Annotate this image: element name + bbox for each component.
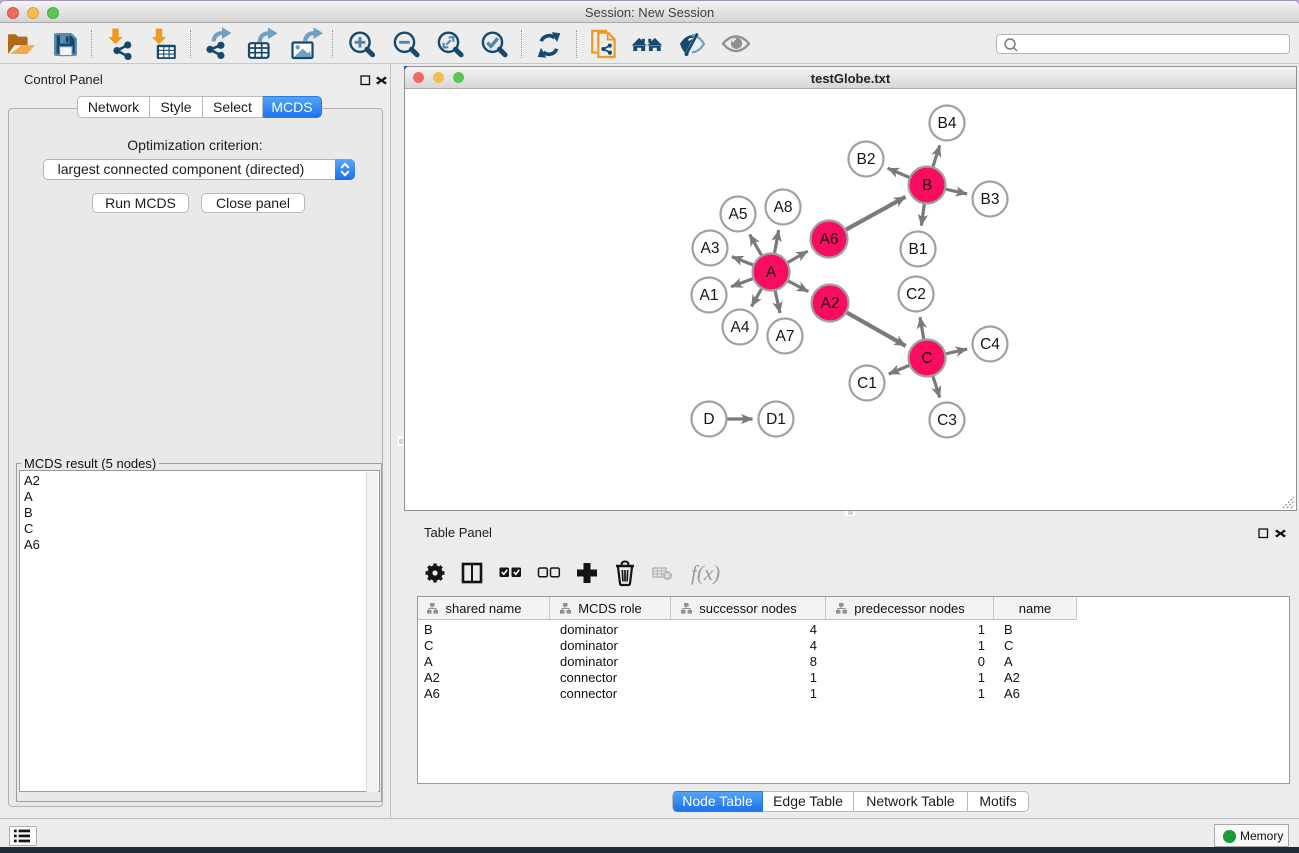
- svg-text:A8: A8: [774, 199, 793, 216]
- svg-text:C1: C1: [857, 375, 877, 392]
- svg-text:D1: D1: [766, 411, 786, 428]
- svg-text:A3: A3: [701, 240, 720, 257]
- svg-text:C3: C3: [937, 412, 957, 429]
- svg-text:A5: A5: [729, 206, 748, 223]
- svg-text:A4: A4: [731, 319, 750, 336]
- svg-text:A2: A2: [821, 295, 840, 312]
- svg-text:B1: B1: [909, 241, 928, 258]
- svg-text:C4: C4: [980, 336, 1000, 353]
- svg-text:A6: A6: [820, 231, 839, 248]
- svg-text:C: C: [921, 350, 932, 367]
- svg-text:C2: C2: [906, 286, 926, 303]
- svg-text:B3: B3: [981, 191, 1000, 208]
- svg-text:f(x): f(x): [691, 561, 720, 585]
- svg-text:A7: A7: [776, 328, 795, 345]
- svg-text:B4: B4: [938, 115, 957, 132]
- svg-text:A: A: [766, 264, 777, 281]
- svg-text:A1: A1: [700, 287, 719, 304]
- svg-text:B2: B2: [857, 151, 876, 168]
- svg-text:D: D: [703, 411, 714, 428]
- svg-text:B: B: [922, 177, 932, 194]
